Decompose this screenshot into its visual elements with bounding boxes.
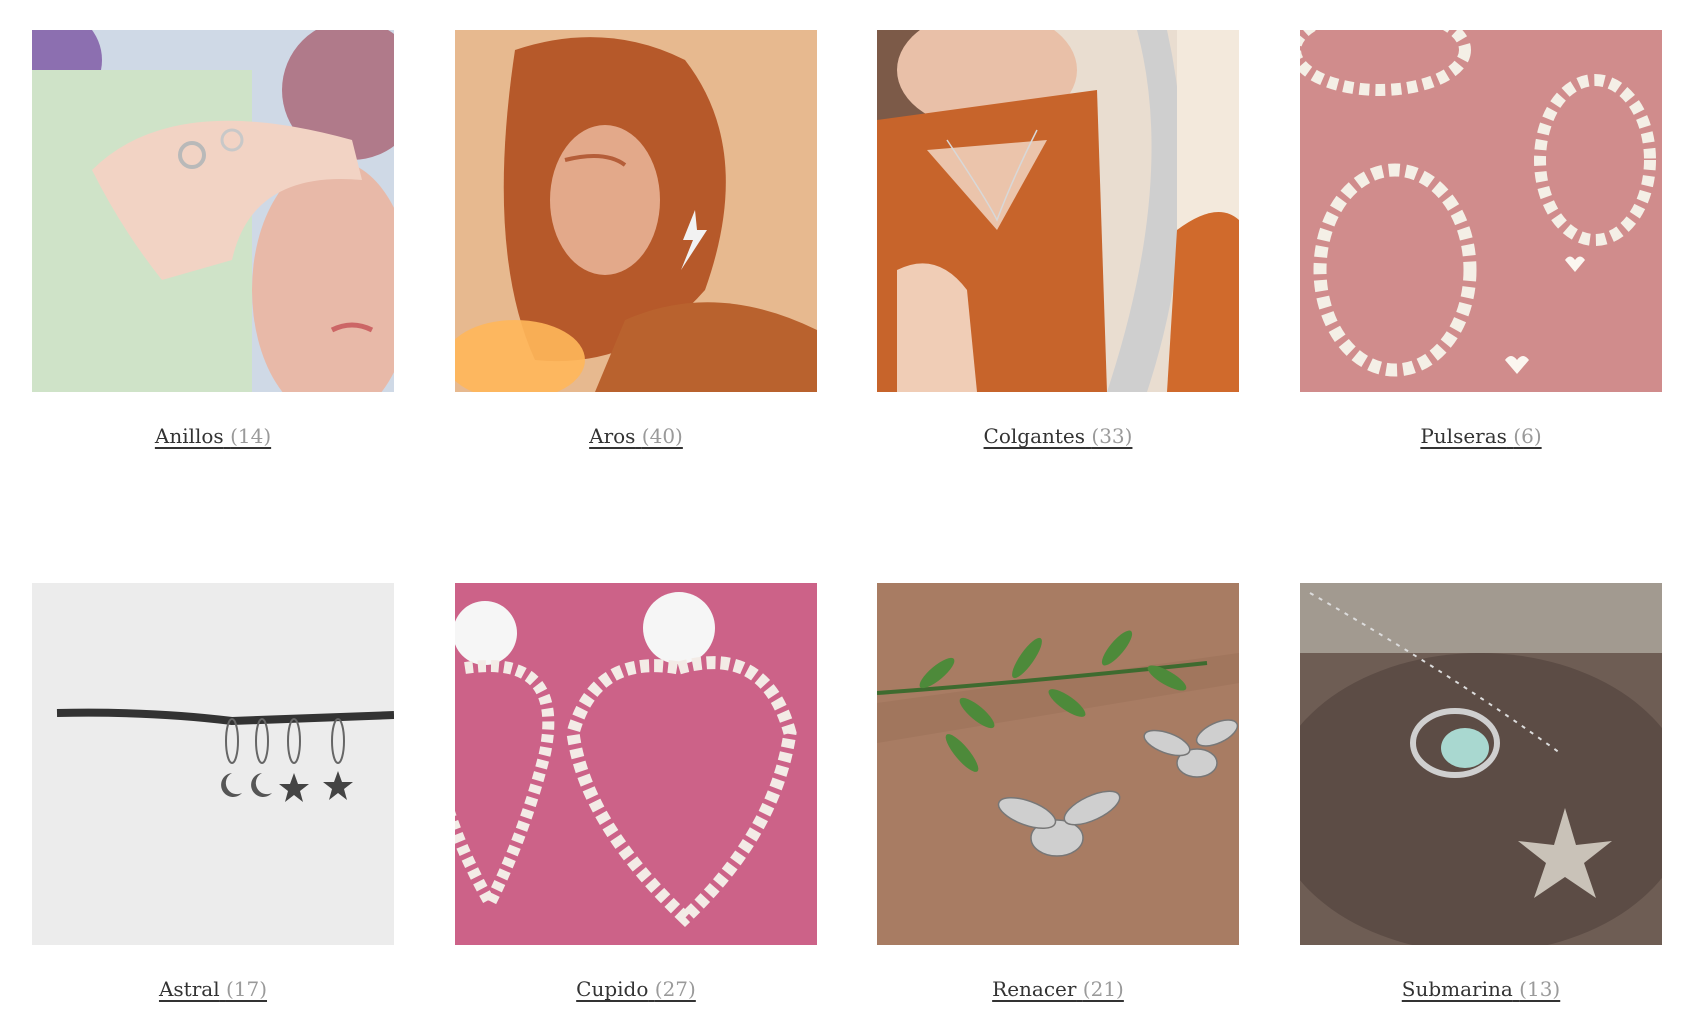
category-card-colgantes[interactable]: Colgantes (33) [877,30,1239,450]
category-image-colgantes[interactable] [877,30,1239,392]
category-link-renacer[interactable]: Renacer (21) [877,975,1239,1003]
category-count: (14) [230,424,272,448]
category-image-astral[interactable] [32,583,394,945]
category-link-cupido[interactable]: Cupido (27) [455,975,817,1003]
category-image-cupido[interactable] [455,583,817,945]
category-link-astral[interactable]: Astral (17) [32,975,394,1003]
category-image-renacer[interactable] [877,583,1239,945]
category-count: (17) [225,977,268,1001]
category-card-pulseras[interactable]: Pulseras (6) [1300,30,1662,450]
category-count: (40) [641,424,683,448]
category-count: (21) [1082,977,1124,1001]
category-image-aros[interactable] [455,30,817,392]
category-name: Colgantes [983,424,1086,448]
category-card-aros[interactable]: Aros (40) [455,30,817,450]
category-card-cupido[interactable]: Cupido (27) [455,583,817,1003]
category-name: Pulseras [1420,424,1507,448]
category-image-anillos[interactable] [32,30,394,392]
category-card-astral[interactable]: Astral (17) [32,583,394,1003]
category-image-pulseras[interactable] [1300,30,1662,392]
category-card-anillos[interactable]: Anillos (14) [32,30,394,450]
category-name: Renacer [992,977,1077,1001]
category-image-submarina[interactable] [1300,583,1662,945]
category-count: (13) [1519,977,1561,1001]
category-count: (27) [654,977,696,1001]
category-count: (6) [1513,424,1542,448]
category-name: Cupido [576,977,649,1001]
category-name: Aros [589,424,636,448]
category-link-pulseras[interactable]: Pulseras (6) [1300,422,1662,450]
category-card-submarina[interactable]: Submarina (13) [1300,583,1662,1003]
category-link-submarina[interactable]: Submarina (13) [1300,975,1662,1003]
category-link-anillos[interactable]: Anillos (14) [32,422,394,450]
category-link-colgantes[interactable]: Colgantes (33) [877,422,1239,450]
category-count: (33) [1091,424,1133,448]
category-grid: Anillos (14) Aros (40) Colgantes (33) Pu… [0,0,1696,1012]
category-card-renacer[interactable]: Renacer (21) [877,583,1239,1003]
category-name: Submarina [1401,977,1513,1001]
category-name: Anillos [154,424,224,448]
category-link-aros[interactable]: Aros (40) [455,422,817,450]
category-name: Astral [158,977,220,1001]
